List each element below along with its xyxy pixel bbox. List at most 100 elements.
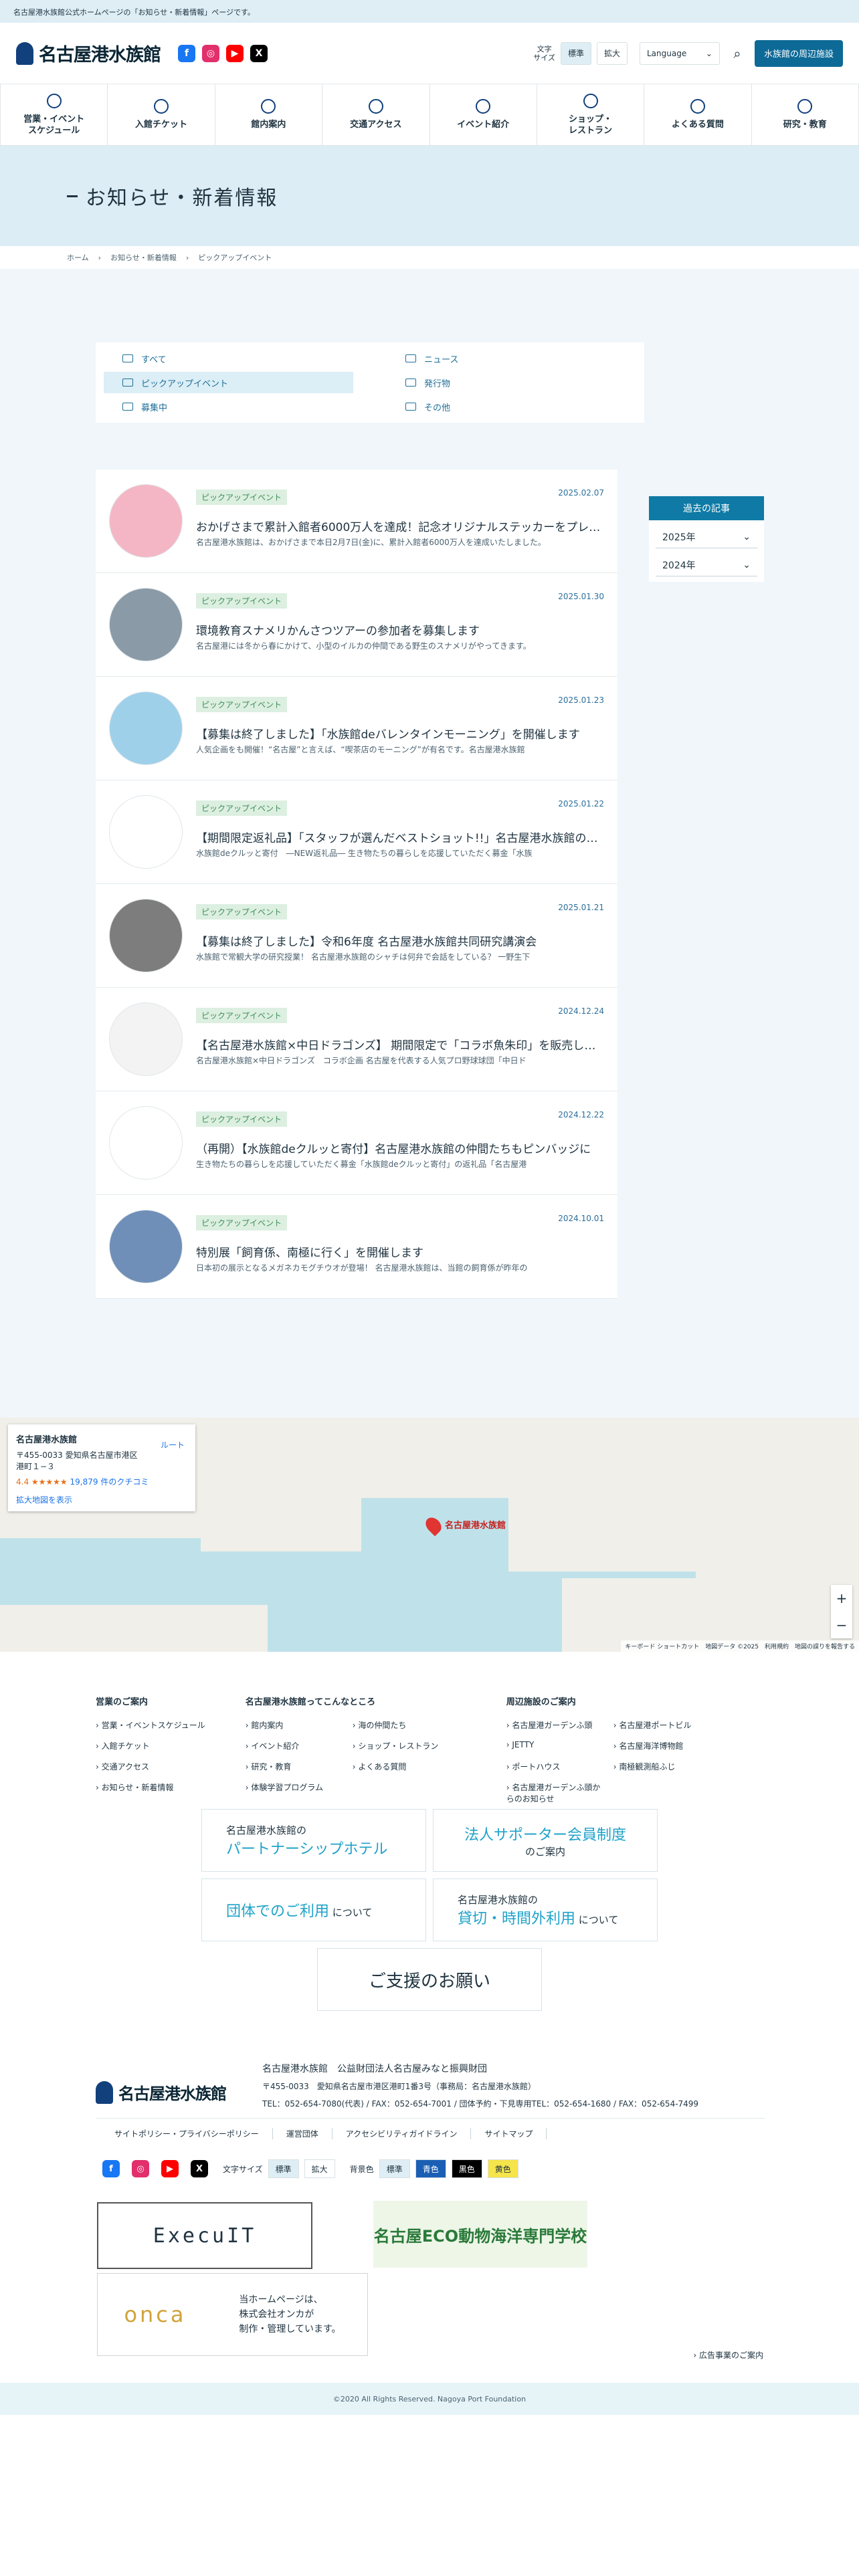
nav-item-4[interactable]: イベント紹介 bbox=[430, 84, 537, 145]
zoom-out-icon[interactable]: − bbox=[836, 1617, 848, 1633]
news-item[interactable]: ピックアップイベント 2025.02.07 おかげさまで累計入館者6000万人を達成… bbox=[96, 469, 617, 573]
google-map[interactable]: 名古屋港水族館 〒455-0033 愛知県名古屋市港区港町１−３ 4.4 ★★★… bbox=[0, 1418, 859, 1652]
footer-banner[interactable]: 名古屋港水族館の パートナーシップホテル bbox=[201, 1809, 426, 1872]
map-route-link[interactable]: ルート bbox=[161, 1439, 185, 1451]
footer-link[interactable]: › 名古屋港ガーデンふ頭 bbox=[506, 1719, 607, 1731]
site-link[interactable]: アクセシビリティガイドライン bbox=[332, 2128, 472, 2139]
font-large-button[interactable]: 拡大 bbox=[596, 41, 628, 65]
news-title[interactable]: 環境教育スナメリかんさつツアーの参加者を募集します bbox=[196, 621, 604, 638]
footer-link[interactable]: › JETTY bbox=[506, 1740, 607, 1751]
support-banner[interactable]: ご支援のお願い bbox=[317, 1948, 542, 2011]
font-standard-button[interactable]: 標準 bbox=[560, 41, 591, 65]
footer-logo[interactable]: 名古屋港水族館 bbox=[96, 2080, 227, 2104]
nav-item-2[interactable]: 館内案内 bbox=[215, 84, 323, 145]
news-title[interactable]: 【募集は終了しました】「水族館deバレンタインモーニング」を開催します bbox=[196, 725, 604, 742]
footer-link[interactable]: › 名古屋港ポートビル bbox=[613, 1719, 727, 1731]
category-label: 発行物 bbox=[424, 379, 451, 389]
breadcrumb-item[interactable]: お知らせ・新着情報 bbox=[110, 252, 177, 263]
area-facilities-button[interactable]: 水族館の周辺施設 bbox=[754, 39, 843, 67]
news-item[interactable]: ピックアップイベント 2024.12.24 【名古屋港水族館×中日ドラゴンズ】 期間… bbox=[96, 988, 617, 1091]
nav-item-0[interactable]: 営業・イベント スケジュール bbox=[0, 84, 108, 145]
nav-item-label: 館内案内 bbox=[251, 120, 286, 130]
x-icon[interactable]: X bbox=[191, 2160, 208, 2177]
footer-link[interactable]: › 入館チケット bbox=[96, 1740, 205, 1751]
search-icon[interactable]: ⌕ bbox=[725, 41, 749, 66]
news-desc: 日本初の展示となるメガネカモグチウオが登場！ 名古屋港水族館は、当館の飼育係が昨… bbox=[196, 1263, 528, 1273]
footer-banner[interactable]: 名古屋港水族館の 貸切・時間外利用 について bbox=[433, 1879, 658, 1941]
tools-font-large[interactable]: 拡大 bbox=[304, 2159, 335, 2178]
ad-info-link[interactable]: › 広告事業のご案内 bbox=[693, 2349, 763, 2361]
footer-link[interactable]: › 名古屋港ガーデンふ頭からのお知らせ bbox=[506, 1782, 607, 1804]
zoom-in-icon[interactable]: + bbox=[836, 1590, 848, 1606]
youtube-icon[interactable]: ▶ bbox=[161, 2160, 179, 2177]
footer-link[interactable]: › 海の仲間たち bbox=[353, 1719, 466, 1731]
nav-item-6[interactable]: よくある質問 bbox=[644, 84, 752, 145]
site-link[interactable]: サイトポリシー・プライバシーポリシー bbox=[96, 2128, 273, 2139]
chevron-down-icon: ⌄ bbox=[705, 48, 712, 58]
map-larger-link[interactable]: 拡大地図を表示 bbox=[16, 1494, 187, 1505]
footer-link[interactable]: › 館内案内 bbox=[246, 1719, 346, 1731]
category-tab[interactable]: ニュース bbox=[387, 348, 636, 369]
news-tag: ピックアップイベント bbox=[196, 1111, 288, 1127]
news-item[interactable]: ピックアップイベント 2025.01.22 【期間限定返礼品】「スタッフが選んだベス… bbox=[96, 780, 617, 884]
tools-bg-yellow[interactable]: 黄色 bbox=[487, 2159, 518, 2178]
tools-bg-black[interactable]: 黒色 bbox=[451, 2159, 482, 2178]
partner-eco-school-banner[interactable]: 名古屋ECO動物海洋専門学校 bbox=[373, 2201, 587, 2268]
footer-link[interactable]: › イベント紹介 bbox=[246, 1740, 346, 1751]
map-zoom-control[interactable]: + − bbox=[831, 1585, 852, 1638]
youtube-icon[interactable]: ▶ bbox=[226, 44, 244, 62]
site-logo[interactable]: 名古屋港水族館 bbox=[16, 40, 161, 66]
nav-item-3[interactable]: 交通アクセス bbox=[322, 84, 430, 145]
category-tab[interactable]: すべて bbox=[104, 348, 353, 369]
news-item[interactable]: ピックアップイベント 2025.01.30 環境教育スナメリかんさつツアーの参加者を… bbox=[96, 573, 617, 677]
site-link[interactable]: サイトマップ bbox=[471, 2128, 547, 2139]
nav-item-7[interactable]: 研究・教育 bbox=[752, 84, 859, 145]
nav-item-5[interactable]: ショップ・ レストラン bbox=[537, 84, 645, 145]
map-pin-icon[interactable] bbox=[422, 1514, 445, 1537]
news-item[interactable]: ピックアップイベント 2025.01.23 【募集は終了しました】「水族館deバレン… bbox=[96, 677, 617, 780]
category-tab[interactable]: 募集中 bbox=[104, 396, 353, 417]
breadcrumb-item[interactable]: ホーム bbox=[67, 252, 89, 263]
instagram-icon[interactable]: ◎ bbox=[132, 2160, 149, 2177]
site-link[interactable]: 運営団体 bbox=[273, 2128, 332, 2139]
footer-link[interactable]: › ポートハウス bbox=[506, 1761, 607, 1772]
news-title[interactable]: 【期間限定返礼品】「スタッフが選んだベストショット!!」名古屋港水族館の魅力 bbox=[196, 829, 604, 845]
news-item[interactable]: ピックアップイベント 2025.01.21 【募集は終了しました】令和6年度 名古屋… bbox=[96, 884, 617, 988]
footer-link[interactable]: › 営業・イベントスケジュール bbox=[96, 1719, 205, 1731]
partner-onca-banner[interactable]: onca 当ホームページは、 株式会社オンカが 制作・管理しています。 bbox=[97, 2273, 368, 2356]
facebook-icon[interactable]: f bbox=[178, 44, 195, 62]
footer-link[interactable]: › 南極観測船ふじ bbox=[613, 1761, 727, 1772]
category-tab[interactable]: その他 bbox=[387, 396, 636, 417]
news-title[interactable]: 【募集は終了しました】令和6年度 名古屋港水族館共同研究講演会 bbox=[196, 932, 604, 949]
nav-item-1[interactable]: 入館チケット bbox=[108, 84, 215, 145]
footer-link[interactable]: › ショップ・レストラン bbox=[353, 1740, 466, 1751]
tools-bg-blue[interactable]: 青色 bbox=[415, 2159, 446, 2178]
language-select[interactable]: Language ⌄ bbox=[639, 41, 720, 65]
news-title[interactable]: （再開）【水族館deクルッと寄付】名古屋港水族館の仲間たちもピンバッジに bbox=[196, 1140, 604, 1156]
footer-link[interactable]: › よくある質問 bbox=[353, 1761, 466, 1772]
archive-year-select[interactable]: 2024年 ⌄ bbox=[656, 554, 757, 576]
news-title[interactable]: 特別展「飼育係、南極に行く」を開催します bbox=[196, 1243, 604, 1260]
news-item[interactable]: ピックアップイベント 2024.10.01 特別展「飼育係、南極に行く」を開催します… bbox=[96, 1195, 617, 1299]
map-reviews-link[interactable]: 19,879 件のクチコミ bbox=[70, 1477, 149, 1487]
footer-banner[interactable]: 法人サポーター会員制度 のご案内 bbox=[433, 1809, 658, 1872]
archive-year-select[interactable]: 2025年 ⌄ bbox=[656, 526, 757, 548]
news-title[interactable]: 【名古屋港水族館×中日ドラゴンズ】 期間限定で「コラボ魚朱印」を販売します bbox=[196, 1036, 604, 1053]
tools-bg-standard[interactable]: 標準 bbox=[379, 2159, 410, 2178]
facebook-icon[interactable]: f bbox=[102, 2160, 120, 2177]
news-title[interactable]: おかげさまで累計入館者6000万人を達成！記念オリジナルステッカーをプレゼント bbox=[196, 518, 604, 534]
footer-banner[interactable]: 団体でのご利用 について bbox=[201, 1879, 426, 1941]
instagram-icon[interactable]: ◎ bbox=[202, 44, 219, 62]
tools-font-standard[interactable]: 標準 bbox=[268, 2159, 299, 2178]
news-item[interactable]: ピックアップイベント 2024.12.22 （再開）【水族館deクルッと寄付】名古屋… bbox=[96, 1091, 617, 1195]
category-tab[interactable]: 発行物 bbox=[387, 372, 636, 393]
banner-line2: について bbox=[575, 1913, 619, 1926]
footer-link[interactable]: › 名古屋海洋博物館 bbox=[613, 1740, 727, 1751]
footer-link[interactable]: › 交通アクセス bbox=[96, 1761, 205, 1772]
x-icon[interactable]: X bbox=[250, 44, 268, 62]
partner-execuit-banner[interactable]: ExecuIT bbox=[97, 2202, 312, 2269]
footer-link[interactable]: › 体験学習プログラム bbox=[246, 1782, 346, 1793]
footer-link[interactable]: › 研究・教育 bbox=[246, 1761, 346, 1772]
footer-link[interactable]: › お知らせ・新着情報 bbox=[96, 1782, 205, 1793]
category-tab[interactable]: ピックアップイベント bbox=[104, 372, 353, 393]
